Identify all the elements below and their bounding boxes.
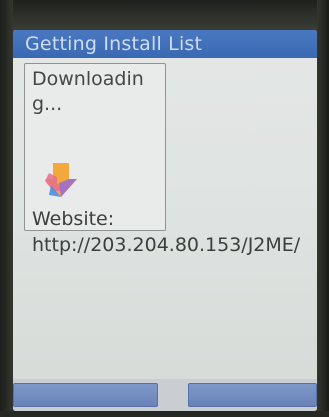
window-title: Getting Install List xyxy=(25,33,203,55)
title-bar: Getting Install List xyxy=(13,30,317,58)
device-bezel-top xyxy=(0,0,329,30)
download-status-text: Downloading... xyxy=(32,68,144,115)
website-label: Website: xyxy=(32,208,115,230)
phone-screen: Getting Install List Downloading... Webs… xyxy=(13,30,317,411)
website-url: http://203.204.80.153/J2ME/ xyxy=(32,234,301,256)
device-bezel-right xyxy=(317,0,329,417)
right-softkey-button[interactable] xyxy=(188,383,317,407)
download-arrow-icon xyxy=(45,163,77,197)
left-softkey-button[interactable] xyxy=(13,383,158,407)
softkey-bar xyxy=(13,379,317,411)
device-bezel-left xyxy=(0,0,13,417)
device-bezel-bottom xyxy=(0,411,329,417)
